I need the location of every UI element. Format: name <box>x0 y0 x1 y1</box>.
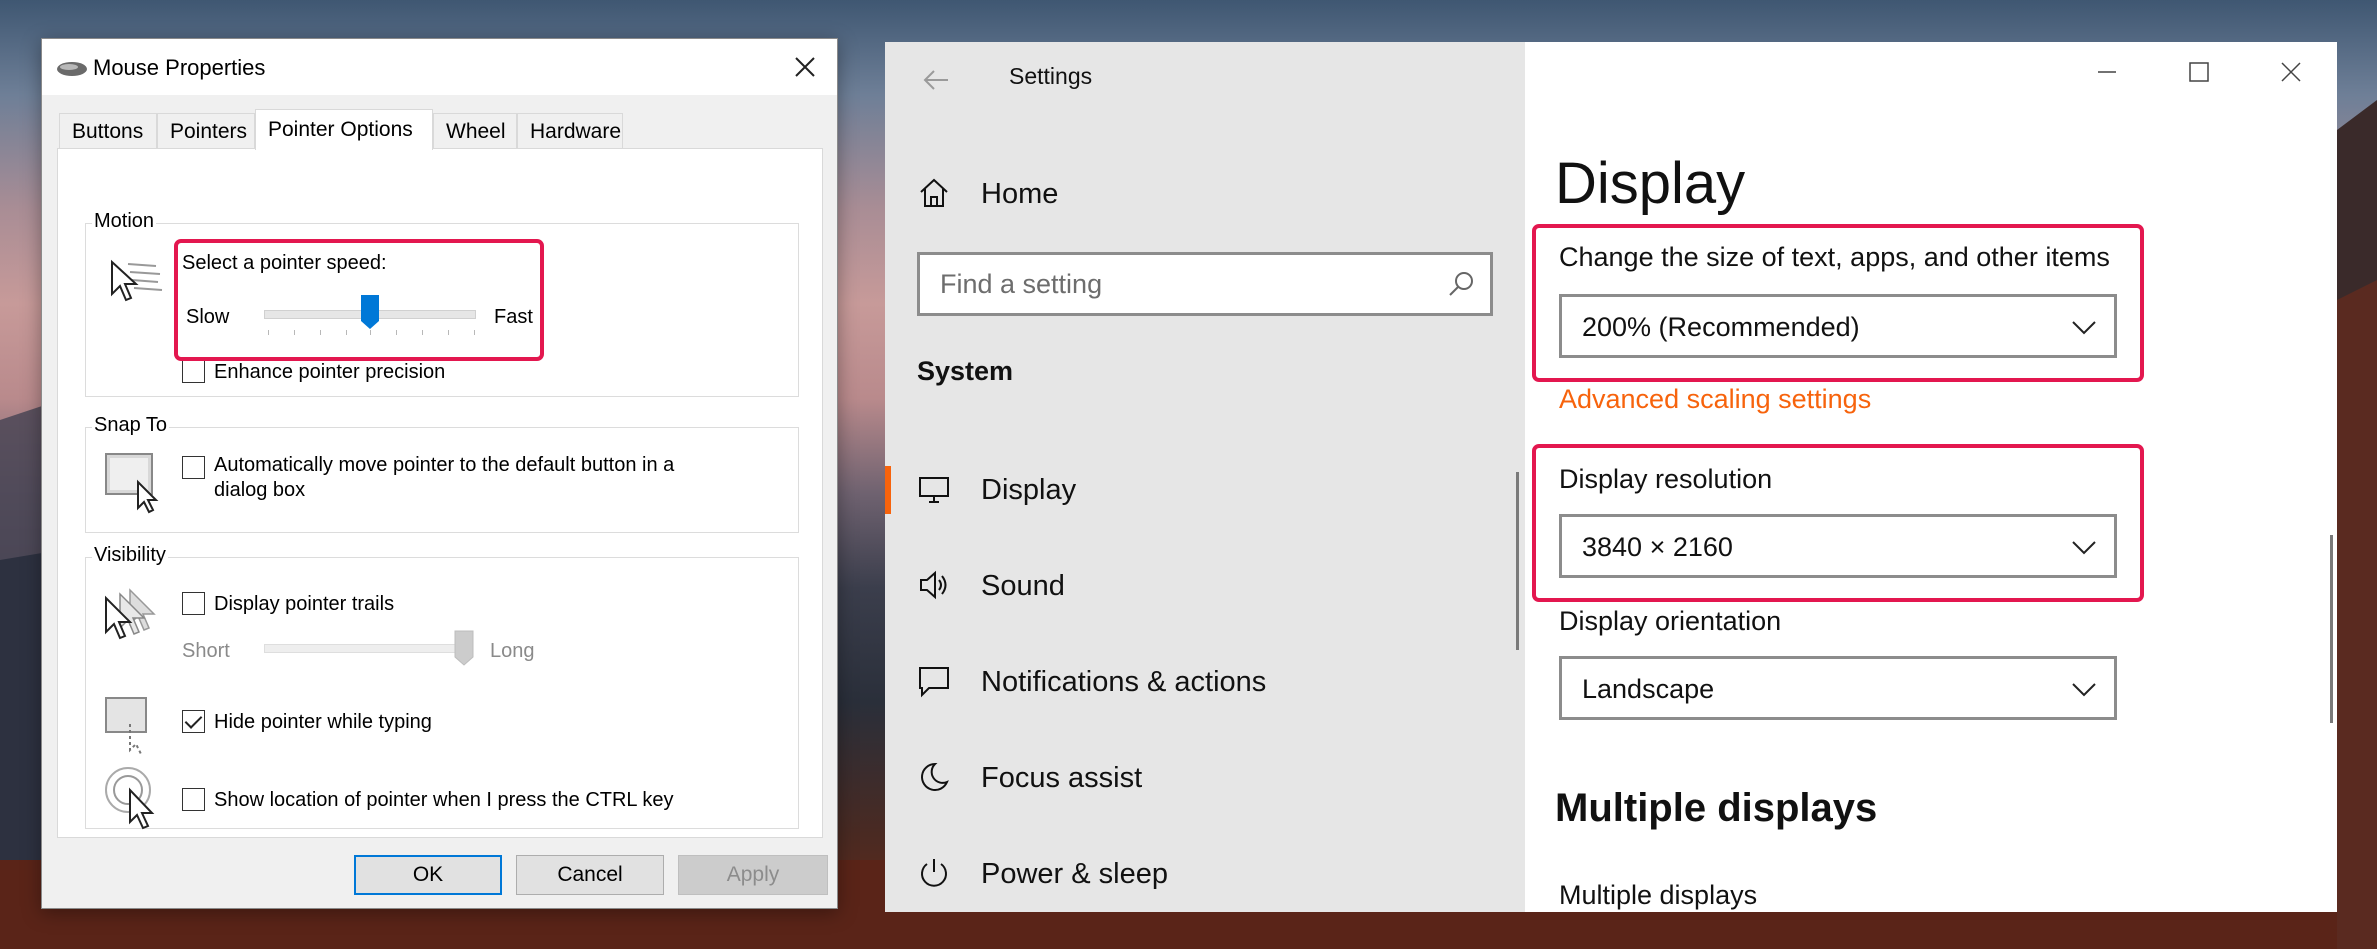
chevron-down-icon <box>2072 683 2096 697</box>
chevron-down-icon <box>2072 321 2096 335</box>
title-bar: Mouse Properties <box>42 39 837 95</box>
auto-move-checkbox[interactable] <box>182 456 205 479</box>
orientation-label: Display orientation <box>1559 606 1782 636</box>
motion-group: Motion Select a pointer speed: Slow Fast… <box>85 210 799 397</box>
close-icon <box>795 57 815 77</box>
nav-home[interactable]: Home <box>885 164 1525 224</box>
auto-move-label: Automatically move pointer to the defaul… <box>214 454 675 476</box>
search-input[interactable] <box>920 255 1490 313</box>
notification-icon <box>919 667 949 698</box>
nav-display[interactable]: Display <box>885 458 1525 524</box>
snap-to-group: Snap To Automatically move pointer to th… <box>85 414 799 533</box>
snap-to-icon <box>105 453 159 514</box>
cancel-button[interactable]: Cancel <box>516 855 664 895</box>
advanced-scaling-link[interactable]: Advanced scaling settings <box>1559 384 1871 415</box>
enhance-precision-checkbox[interactable] <box>182 360 205 383</box>
scale-dropdown[interactable]: 200% (Recommended) <box>1559 294 2117 358</box>
sidebar-scrollbar[interactable] <box>1516 472 1519 650</box>
search-icon <box>1449 272 1473 296</box>
show-location-label: Show location of pointer when I press th… <box>214 789 674 811</box>
scale-label: Change the size of text, apps, and other… <box>1559 242 2110 272</box>
fast-label: Fast <box>494 306 533 328</box>
pointer-options-panel: Motion Select a pointer speed: Slow Fast… <box>57 148 823 838</box>
pointer-speed-icon <box>111 259 163 302</box>
settings-sidebar: Settings Home System Display <box>885 42 1525 912</box>
tab-pointer-options[interactable]: Pointer Options <box>255 109 433 150</box>
nav-power-sleep[interactable]: Power & sleep <box>885 842 1525 908</box>
dialog-title: Mouse Properties <box>93 55 266 80</box>
section-system: System <box>917 356 1014 386</box>
settings-window: Settings Home System Display <box>885 42 2337 912</box>
orientation-value: Landscape <box>1582 674 1715 704</box>
auto-move-label-cont: dialog box <box>214 479 306 501</box>
nav-power-sleep-label: Power & sleep <box>981 858 1168 890</box>
show-location-checkbox[interactable] <box>182 788 205 811</box>
find-setting-search[interactable] <box>917 252 1493 316</box>
nav-sound-label: Sound <box>981 570 1065 602</box>
trail-length-track <box>264 644 472 653</box>
resolution-label: Display resolution <box>1559 464 1773 494</box>
snap-to-group-label: Snap To <box>92 414 170 437</box>
pointer-trails-label: Display pointer trails <box>214 593 395 615</box>
app-title: Settings <box>1009 63 1093 89</box>
pointer-trails-checkbox[interactable] <box>182 592 205 615</box>
visibility-group-label: Visibility <box>92 544 168 567</box>
scale-value: 200% (Recommended) <box>1582 312 1860 342</box>
back-arrow-icon[interactable] <box>920 64 952 96</box>
pointer-speed-label: Select a pointer speed: <box>182 252 387 274</box>
resolution-dropdown[interactable]: 3840 × 2160 <box>1559 514 2117 578</box>
hide-pointer-icon <box>105 697 147 754</box>
visibility-group: Visibility Display pointer trails Short … <box>85 544 799 830</box>
nav-notifications[interactable]: Notifications & actions <box>885 650 1525 716</box>
tab-buttons[interactable]: Buttons <box>59 113 157 149</box>
apply-button[interactable]: Apply <box>678 855 828 895</box>
mouse-properties-dialog: Mouse Properties Buttons Pointers Pointe… <box>41 38 838 909</box>
moon-icon <box>921 762 949 791</box>
motion-group-label: Motion <box>92 210 157 233</box>
multiple-displays-label: Multiple displays <box>1559 880 1758 910</box>
tab-hardware[interactable]: Hardware <box>517 113 623 149</box>
orientation-dropdown[interactable]: Landscape <box>1559 656 2117 720</box>
hide-while-typing-label: Hide pointer while typing <box>214 711 432 733</box>
close-button[interactable] <box>773 39 837 95</box>
chevron-down-icon <box>2072 541 2096 555</box>
nav-focus-assist[interactable]: Focus assist <box>885 746 1525 812</box>
home-icon <box>920 178 948 207</box>
tab-wheel[interactable]: Wheel <box>433 113 517 149</box>
nav-focus-assist-label: Focus assist <box>981 762 1143 794</box>
page-title: Display <box>1555 151 1746 216</box>
nav-notifications-label: Notifications & actions <box>981 666 1267 698</box>
mouse-icon <box>57 62 87 76</box>
home-label: Home <box>981 178 1059 210</box>
main-scrollbar[interactable] <box>2330 535 2333 723</box>
nav-sound[interactable]: Sound <box>885 554 1525 620</box>
tab-pointers[interactable]: Pointers <box>157 113 255 149</box>
show-location-icon <box>105 767 155 830</box>
hide-while-typing-checkbox[interactable] <box>182 710 205 733</box>
enhance-precision-label: Enhance pointer precision <box>214 361 446 383</box>
speaker-icon <box>920 570 947 600</box>
multiple-displays-heading: Multiple displays <box>1555 786 1878 830</box>
short-label: Short <box>182 640 230 662</box>
monitor-icon <box>919 477 949 503</box>
trail-length-slider[interactable] <box>454 630 474 666</box>
long-label: Long <box>490 640 535 662</box>
pointer-speed-slider[interactable] <box>360 294 380 330</box>
display-settings-page: Display Change the size of text, apps, a… <box>1525 42 2337 912</box>
slow-label: Slow <box>186 306 230 328</box>
ok-button[interactable]: OK <box>354 855 502 895</box>
resolution-value: 3840 × 2160 <box>1582 532 1733 562</box>
power-icon <box>921 859 947 887</box>
nav-display-label: Display <box>981 474 1077 506</box>
pointer-trails-icon <box>105 588 156 640</box>
